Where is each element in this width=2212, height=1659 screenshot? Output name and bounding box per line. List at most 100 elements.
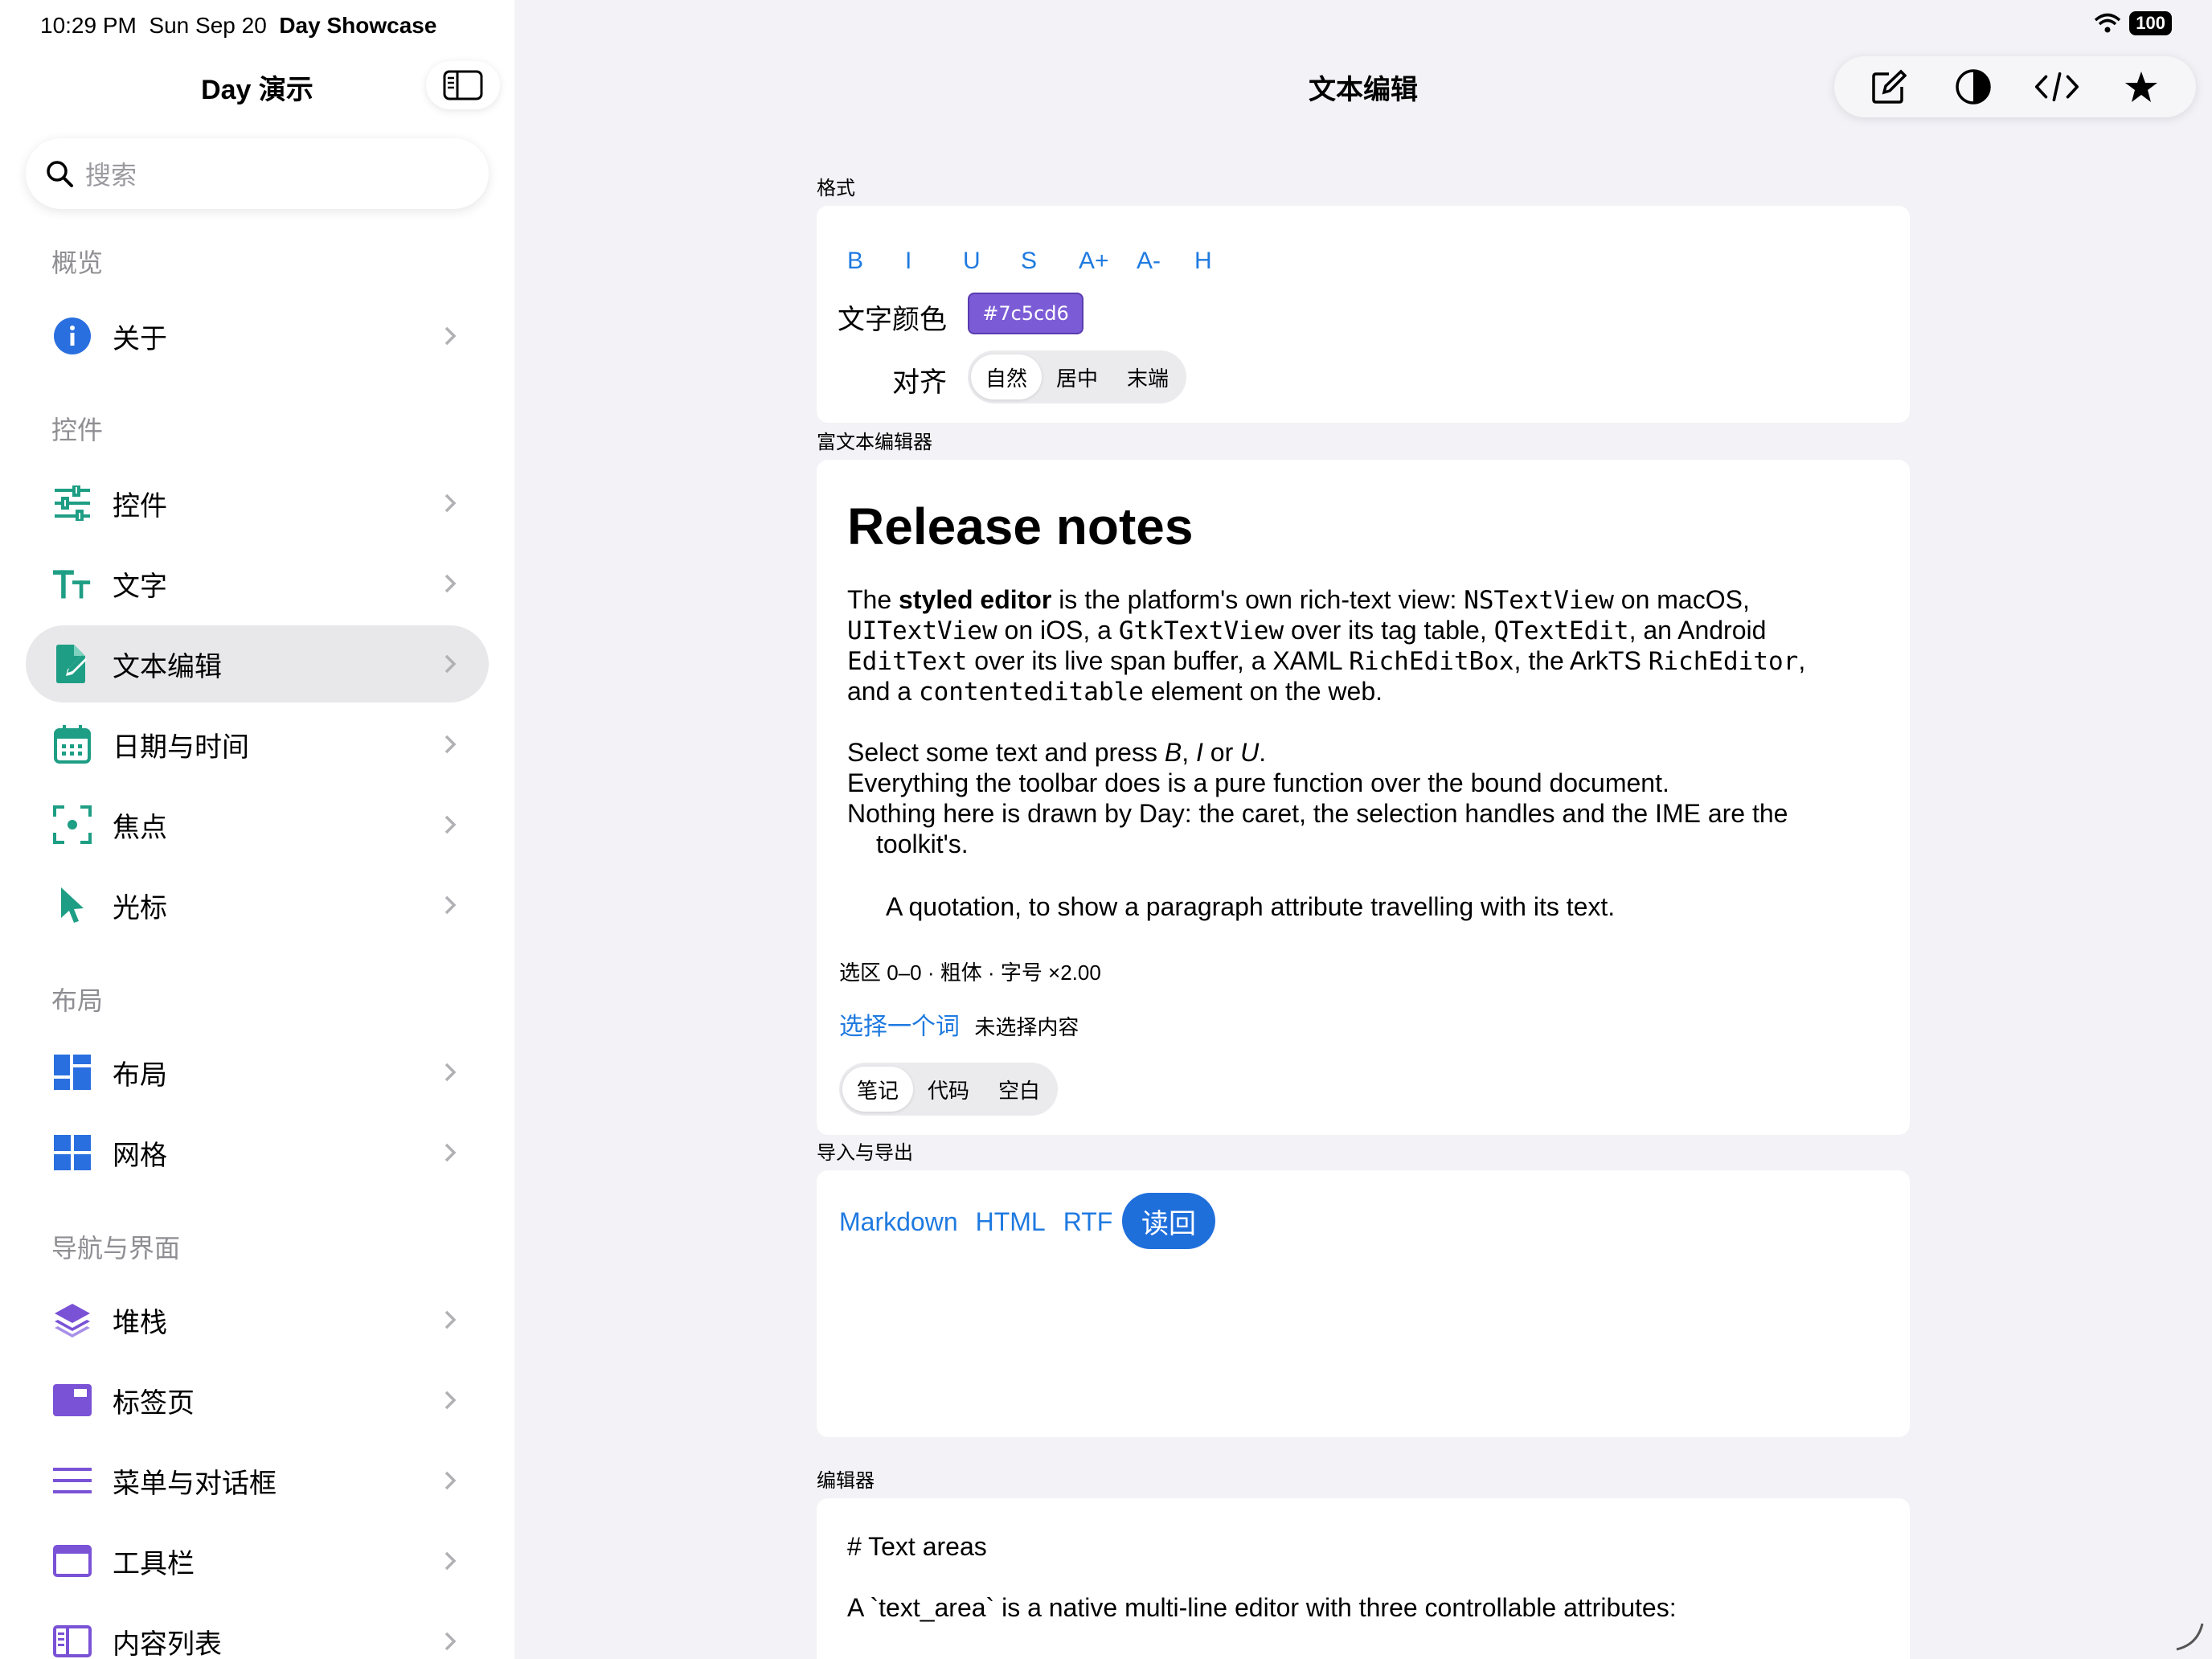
status-bar-right: 100: [2094, 11, 2172, 35]
selection-info: 选区 0–0 · 粗体 · 字号 ×2.00: [839, 961, 1101, 985]
sidebar-item-controls[interactable]: 控件: [26, 465, 489, 542]
chevron-right-icon: [436, 810, 465, 839]
align-natural-option[interactable]: 自然: [971, 354, 1043, 399]
sidebar-item-stack[interactable]: 堆栈: [26, 1281, 489, 1358]
sidebar-item-label: 布局: [113, 1059, 167, 1091]
search-input[interactable]: 搜索: [85, 155, 137, 192]
font-decrease-button[interactable]: A-: [1137, 248, 1194, 275]
format-caption: 格式: [817, 178, 855, 199]
text-color-label: 文字颜色: [838, 305, 947, 335]
calendar-icon: [53, 725, 92, 764]
star-icon: [2124, 72, 2157, 102]
preset-notes-option[interactable]: 笔记: [842, 1067, 914, 1112]
stack-icon: [53, 1301, 92, 1339]
compose-button[interactable]: [1866, 64, 1911, 109]
menu-icon: [53, 1461, 92, 1500]
heading-button[interactable]: H: [1194, 248, 1252, 275]
format-buttons: B I U S A+ A- H: [847, 248, 1252, 275]
chevron-right-icon: [436, 1138, 465, 1167]
paragraph-line: toolkit's.: [876, 830, 969, 858]
sidebar-item-content-list[interactable]: 内容列表: [26, 1603, 489, 1659]
tabs-icon: [53, 1381, 92, 1419]
sidebar-item-label: 内容列表: [113, 1628, 222, 1659]
export-markdown-link[interactable]: Markdown: [839, 1207, 958, 1237]
sidebar-item-cursor[interactable]: 光标: [26, 866, 489, 944]
select-word-row: 选择一个词 未选择内容: [839, 1006, 1079, 1042]
focus-icon: [53, 805, 92, 844]
strikethrough-button[interactable]: S: [1021, 248, 1079, 275]
cursor-icon: [53, 886, 92, 924]
search-field[interactable]: 搜索: [26, 138, 489, 209]
toolbar-icon: [53, 1542, 92, 1580]
section-header-layout: 布局: [51, 986, 104, 1015]
layout-icon: [53, 1053, 92, 1092]
sidebar-item-layout[interactable]: 布局: [26, 1034, 489, 1111]
sidebar-item-label: 文本编辑: [113, 651, 222, 682]
main-content: 100 文本编辑 格式 B I U S A+ A- H 文字颜色 #7c5cd6…: [514, 0, 2212, 1659]
paragraph-line: and a contenteditable element on the web…: [847, 677, 1383, 707]
sidebar-toggle-button[interactable]: [426, 61, 500, 109]
info-icon: [53, 317, 92, 355]
sidebar-item-date-time[interactable]: 日期与时间: [26, 706, 489, 783]
format-card: B I U S A+ A- H 文字颜色 #7c5cd6 对齐 自然 居中 末端: [817, 206, 1910, 423]
text-color-picker[interactable]: #7c5cd6: [968, 293, 1083, 334]
grid-icon: [53, 1133, 92, 1172]
section-header-navigation: 导航与界面: [51, 1234, 181, 1263]
sidebar-item-text[interactable]: 文字: [26, 545, 489, 622]
chevron-right-icon: [436, 489, 465, 518]
rich-text-editor[interactable]: Release notes The styled editor is the p…: [817, 460, 1910, 942]
resize-handle-icon[interactable]: [2173, 1620, 2206, 1653]
preset-code-option[interactable]: 代码: [913, 1067, 984, 1112]
sidebar-item-menus-dialogs[interactable]: 菜单与对话框: [26, 1442, 489, 1519]
chevron-right-icon: [436, 649, 465, 678]
top-toolbar: [1834, 56, 2196, 117]
rich-editor-card: Release notes The styled editor is the p…: [817, 460, 1910, 1135]
sidebar-item-label: 焦点: [113, 812, 167, 843]
code-button[interactable]: [2034, 64, 2079, 109]
sidebar-item-label: 关于: [113, 323, 167, 354]
battery-indicator: 100: [2129, 11, 2172, 35]
import-export-caption: 导入与导出: [817, 1142, 913, 1164]
chevron-right-icon: [436, 569, 465, 598]
sidebar-item-toolbar[interactable]: 工具栏: [26, 1522, 489, 1600]
sidebar-item-label: 标签页: [113, 1387, 195, 1419]
paragraph-line: Select some text and press B, I or U.: [847, 738, 1267, 767]
chevron-right-icon: [436, 1546, 465, 1575]
chevron-right-icon: [436, 730, 465, 759]
favorite-button[interactable]: [2119, 64, 2164, 109]
read-back-button[interactable]: 读回: [1122, 1193, 1215, 1249]
select-word-link[interactable]: 选择一个词: [839, 1014, 960, 1040]
preset-blank-option[interactable]: 空白: [984, 1067, 1055, 1112]
sidebar-item-focus[interactable]: 焦点: [26, 786, 489, 863]
bold-button[interactable]: B: [847, 248, 905, 275]
export-html-link[interactable]: HTML: [976, 1207, 1046, 1237]
alignment-segmented-control: 自然 居中 末端: [968, 350, 1187, 403]
rich-editor-caption: 富文本编辑器: [817, 432, 932, 453]
section-header-overview: 概览: [51, 248, 104, 277]
quotation: A quotation, to show a paragraph attribu…: [886, 892, 1616, 921]
underline-button[interactable]: U: [963, 248, 1021, 275]
selection-status: 未选择内容: [974, 1015, 1079, 1039]
sidebar-item-grid[interactable]: 网格: [26, 1114, 489, 1191]
align-center-option[interactable]: 居中: [1042, 354, 1112, 399]
sidebar-item-about[interactable]: 关于: [26, 297, 489, 375]
code-icon: [2035, 72, 2079, 102]
sliders-icon: [53, 484, 92, 522]
paragraph-line: The styled editor is the platform's own …: [847, 585, 1750, 615]
sidebar-item-label: 光标: [113, 892, 167, 924]
export-rtf-link[interactable]: RTF: [1063, 1207, 1113, 1237]
font-increase-button[interactable]: A+: [1079, 248, 1137, 275]
sidebar: 10:29 PM Sun Sep 20 Day Showcase Day 演示 …: [0, 0, 514, 1659]
import-export-card: Markdown HTML RTF 读回: [817, 1170, 1910, 1437]
sidebar-item-label: 菜单与对话框: [113, 1468, 276, 1499]
text-area-editor[interactable]: # Text areas A `text_area` is a native m…: [817, 1498, 1910, 1659]
sidebar-item-tabs[interactable]: 标签页: [26, 1362, 489, 1439]
italic-button[interactable]: I: [905, 248, 963, 275]
chevron-right-icon: [436, 1305, 465, 1334]
contrast-button[interactable]: [1951, 64, 1996, 109]
sidebar-item-text-editing[interactable]: 文本编辑: [26, 625, 489, 703]
align-end-option[interactable]: 末端: [1112, 354, 1183, 399]
wifi-icon: [2095, 13, 2121, 33]
status-bar-time: 10:29 PM Sun Sep 20 Day Showcase: [40, 13, 437, 38]
paragraph-line: UITextView on iOS, a GtkTextView over it…: [847, 616, 1767, 645]
